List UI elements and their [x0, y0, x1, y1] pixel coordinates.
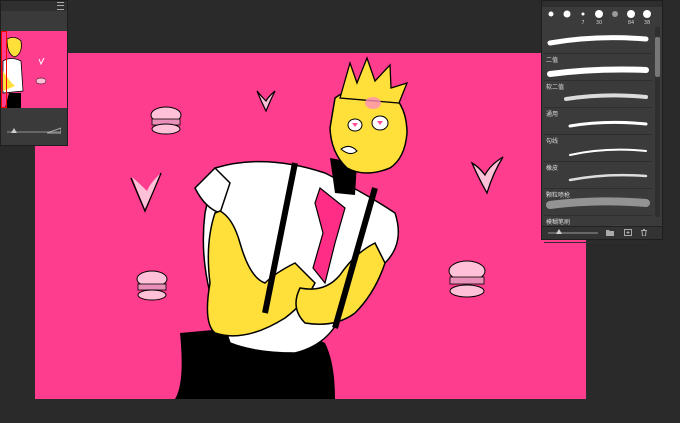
- brush-item[interactable]: 通用: [544, 108, 652, 135]
- brush-dot-icon: [548, 11, 554, 17]
- brush-panel-header: [542, 1, 662, 7]
- brush-stroke-preview: [569, 148, 647, 156]
- brush-item[interactable]: 软二值: [544, 81, 652, 108]
- workspace[interactable]: 7 30 84 38 二值 软二值 通用 勾线 橡皮 颗粒喷枪 模糊笔刷: [0, 0, 680, 423]
- hamburger-doodle: [448, 260, 486, 298]
- brush-size-preset[interactable]: [608, 8, 622, 26]
- thumbnail-art: [2, 37, 47, 108]
- heart-doodle: [470, 156, 504, 195]
- zoom-slider-knob[interactable]: [11, 128, 17, 133]
- folder-icon[interactable]: [606, 229, 614, 236]
- hamburger-doodle: [136, 270, 168, 301]
- brush-item[interactable]: 二值: [544, 54, 652, 81]
- brush-dot-icon: [595, 10, 603, 18]
- hamburger-icon[interactable]: [57, 2, 64, 10]
- brush-size-preset[interactable]: 84: [624, 8, 638, 26]
- hamburger-doodle: [150, 106, 182, 135]
- brush-size-value: 84: [627, 20, 635, 26]
- navigator-panel[interactable]: [0, 0, 68, 146]
- navigator-view-frame[interactable]: [1, 31, 7, 108]
- brush-dot-icon: [643, 10, 651, 18]
- new-icon[interactable]: [624, 229, 632, 236]
- brush-stroke-preview: [547, 35, 649, 46]
- brush-panel[interactable]: 7 30 84 38 二值 软二值 通用 勾线 橡皮 颗粒喷枪 模糊笔刷: [541, 0, 663, 243]
- navigator-thumbnail[interactable]: [1, 31, 67, 108]
- brush-size-value: 38: [643, 20, 651, 26]
- brush-panel-footer: [542, 226, 662, 239]
- brush-stroke-preview: [568, 120, 648, 128]
- brush-item[interactable]: 橡皮: [544, 162, 652, 189]
- trash-icon[interactable]: [640, 229, 648, 236]
- scrollbar-thumb[interactable]: [655, 37, 660, 77]
- brush-size-value: 30: [595, 20, 603, 26]
- brush-item[interactable]: 颗粒喷枪: [544, 189, 652, 216]
- brush-size-row: 7 30 84 38: [544, 8, 654, 26]
- zoom-icon[interactable]: [47, 127, 61, 134]
- brush-stroke-preview: [546, 197, 650, 209]
- navigator-header: [1, 1, 67, 11]
- brush-list-scrollbar[interactable]: [655, 27, 660, 217]
- brush-size-preset[interactable]: [560, 8, 574, 26]
- brush-size-preset[interactable]: 7: [576, 8, 590, 26]
- brush-item[interactable]: 勾线: [544, 135, 652, 162]
- brush-dot-icon: [627, 10, 635, 18]
- brush-size-preset[interactable]: 38: [640, 8, 654, 26]
- brush-item[interactable]: [544, 27, 652, 54]
- brush-preview-size-knob[interactable]: [556, 229, 562, 234]
- brush-dot-icon: [581, 12, 585, 16]
- canvas-document[interactable]: [35, 53, 586, 399]
- brush-stroke-preview: [564, 93, 648, 101]
- brush-size-preset[interactable]: 30: [592, 8, 606, 26]
- brush-list[interactable]: 二值 软二值 通用 勾线 橡皮 颗粒喷枪 模糊笔刷: [544, 27, 654, 243]
- brush-size-preset[interactable]: [544, 8, 558, 26]
- brush-stroke-preview: [568, 173, 648, 182]
- brush-stroke-preview: [547, 66, 649, 77]
- artwork: [130, 56, 504, 399]
- brush-dot-icon: [563, 10, 571, 18]
- brush-size-value: 7: [581, 20, 585, 26]
- character: [175, 56, 409, 399]
- brush-texture-icon: [612, 11, 618, 17]
- heart-doodle: [256, 90, 276, 113]
